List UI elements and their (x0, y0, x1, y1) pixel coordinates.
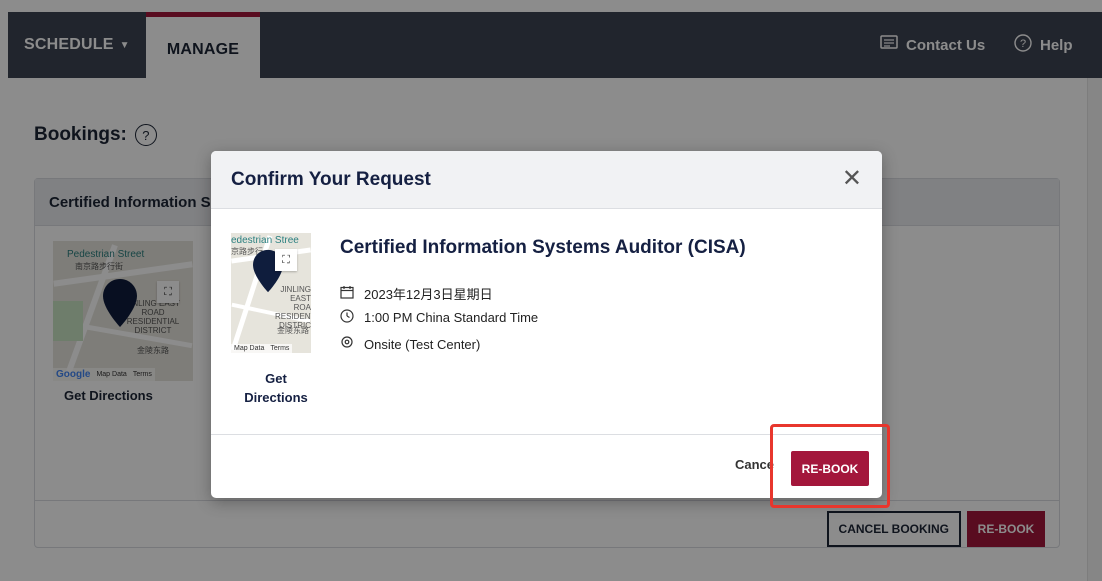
calendar-icon (340, 285, 356, 302)
dialog-map-data-label: Map Data (234, 345, 265, 352)
dialog-get-directions-line1: Get (265, 371, 287, 386)
dialog-map-district-cn: 金陵东路 (277, 326, 309, 335)
dialog-map-street: edestrian Stree (231, 235, 299, 246)
exam-title: Certified Information Systems Auditor (C… (340, 237, 746, 258)
exam-location-row: Onsite (Test Center) (340, 336, 480, 353)
exam-date: 2023年12月3日星期日 (364, 287, 493, 302)
close-icon[interactable]: ✕ (842, 167, 862, 191)
dialog-map-fullscreen-icon[interactable]: ⛶ (275, 249, 297, 271)
dialog-get-directions-link[interactable]: Get Directions (233, 369, 319, 407)
dialog-map[interactable]: edestrian Stree 京路步行 JINLING EAST ROA RE… (231, 233, 311, 353)
highlight-box (770, 424, 890, 508)
exam-date-row: 2023年12月3日星期日 (340, 284, 493, 303)
dialog-get-directions-line2: Directions (244, 390, 308, 405)
location-pin-icon (340, 336, 356, 353)
exam-time-row: 1:00 PM China Standard Time (340, 309, 538, 326)
dialog-header: Confirm Your Request (211, 151, 882, 209)
dialog-map-footer: Map Data Terms (231, 344, 293, 353)
exam-location: Onsite (Test Center) (364, 337, 481, 352)
dialog-map-terms-link[interactable]: Terms (270, 345, 289, 352)
clock-icon (340, 309, 356, 326)
dialog-cancel-button[interactable]: Cance (735, 457, 774, 472)
dialog-title: Confirm Your Request (231, 168, 431, 190)
exam-time: 1:00 PM China Standard Time (364, 310, 539, 325)
